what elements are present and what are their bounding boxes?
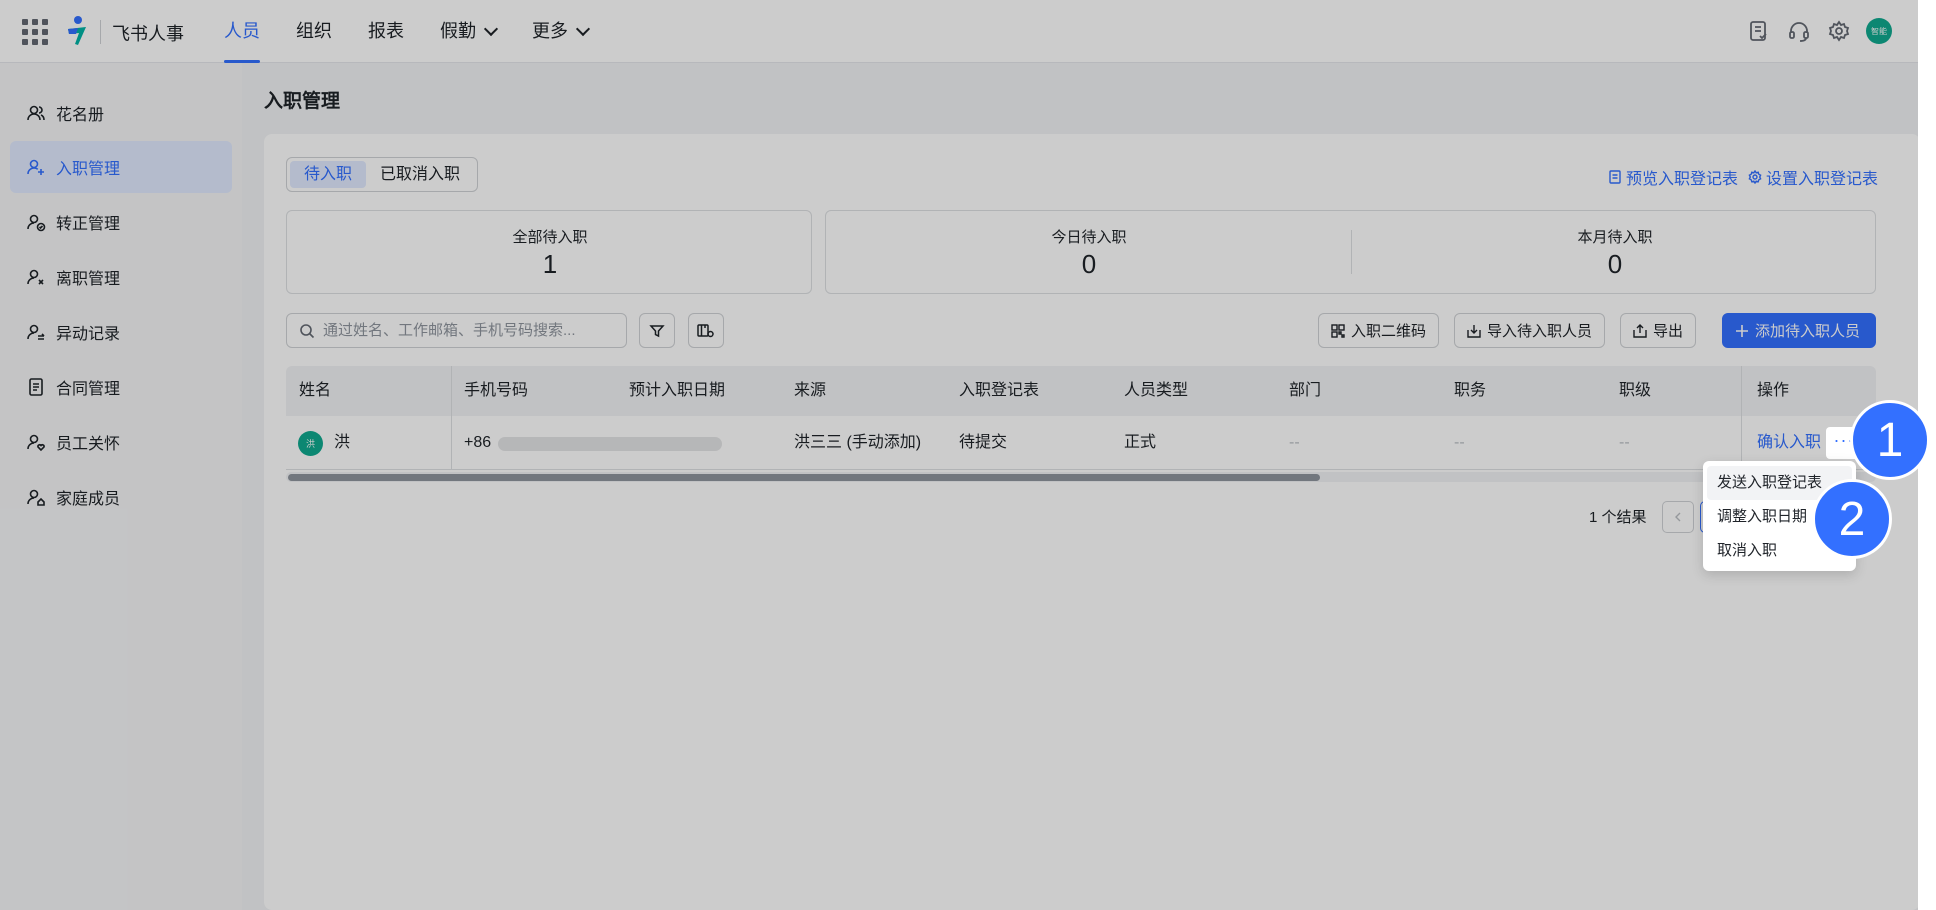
modal-dim-overlay [0,0,1936,910]
step-badge-1: 1 [1850,400,1930,480]
step-badge-2: 2 [1812,479,1892,559]
